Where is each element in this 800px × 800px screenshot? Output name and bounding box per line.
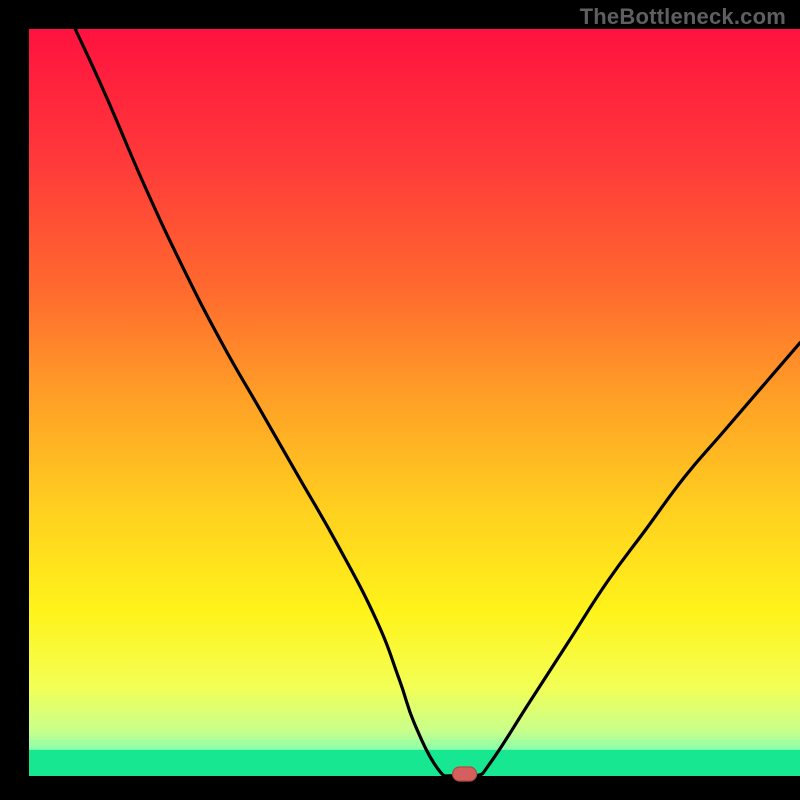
plot-background (29, 29, 800, 776)
bottleneck-chart (0, 0, 800, 800)
watermark-text: TheBottleneck.com (580, 4, 786, 30)
green-band (29, 750, 800, 776)
optimal-marker (453, 767, 477, 781)
chart-frame: TheBottleneck.com (0, 0, 800, 800)
